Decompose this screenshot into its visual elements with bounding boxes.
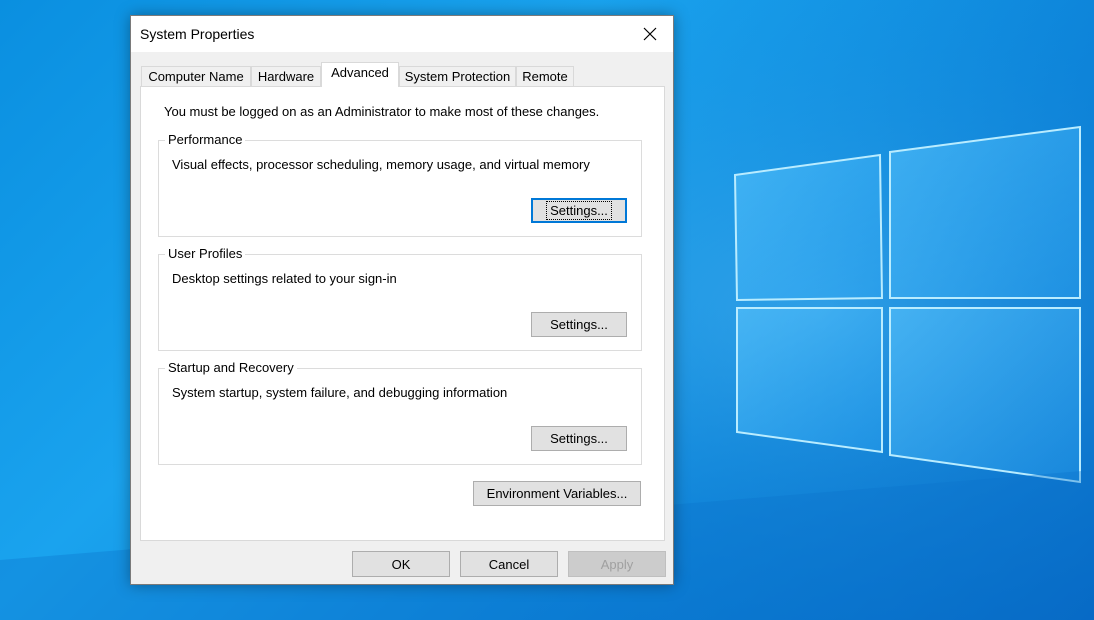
tab-remote[interactable]: Remote xyxy=(516,66,574,86)
dialog-title: System Properties xyxy=(140,26,255,42)
startup-recovery-description: System startup, system failure, and debu… xyxy=(172,385,508,400)
environment-variables-button[interactable]: Environment Variables... xyxy=(473,481,641,506)
performance-group-label: Performance xyxy=(165,132,246,147)
user-profiles-group: User Profiles Desktop settings related t… xyxy=(158,246,642,351)
performance-group: Performance Visual effects, processor sc… xyxy=(158,132,642,237)
tab-advanced[interactable]: Advanced xyxy=(321,62,399,87)
apply-button[interactable]: Apply xyxy=(568,551,666,577)
tab-hardware[interactable]: Hardware xyxy=(251,66,321,86)
startup-recovery-group: Startup and Recovery System startup, sys… xyxy=(158,360,642,465)
admin-notice: You must be logged on as an Administrato… xyxy=(164,104,600,119)
startup-recovery-settings-button[interactable]: Settings... xyxy=(531,426,627,451)
close-icon xyxy=(643,27,657,41)
tab-system-protection[interactable]: System Protection xyxy=(399,66,516,86)
startup-recovery-group-label: Startup and Recovery xyxy=(165,360,297,375)
user-profiles-description: Desktop settings related to your sign-in xyxy=(172,271,397,286)
ok-button[interactable]: OK xyxy=(352,551,450,577)
performance-description: Visual effects, processor scheduling, me… xyxy=(172,157,590,172)
system-properties-dialog: System Properties Computer Name Hardware… xyxy=(130,15,674,585)
user-profiles-settings-button[interactable]: Settings... xyxy=(531,312,627,337)
tab-computer-name[interactable]: Computer Name xyxy=(141,66,251,86)
performance-settings-button[interactable]: Settings... xyxy=(531,198,627,223)
title-bar[interactable]: System Properties xyxy=(131,16,673,52)
close-button[interactable] xyxy=(627,16,673,52)
advanced-tab-panel: You must be logged on as an Administrato… xyxy=(140,86,665,541)
user-profiles-group-label: User Profiles xyxy=(165,246,246,261)
cancel-button[interactable]: Cancel xyxy=(460,551,558,577)
